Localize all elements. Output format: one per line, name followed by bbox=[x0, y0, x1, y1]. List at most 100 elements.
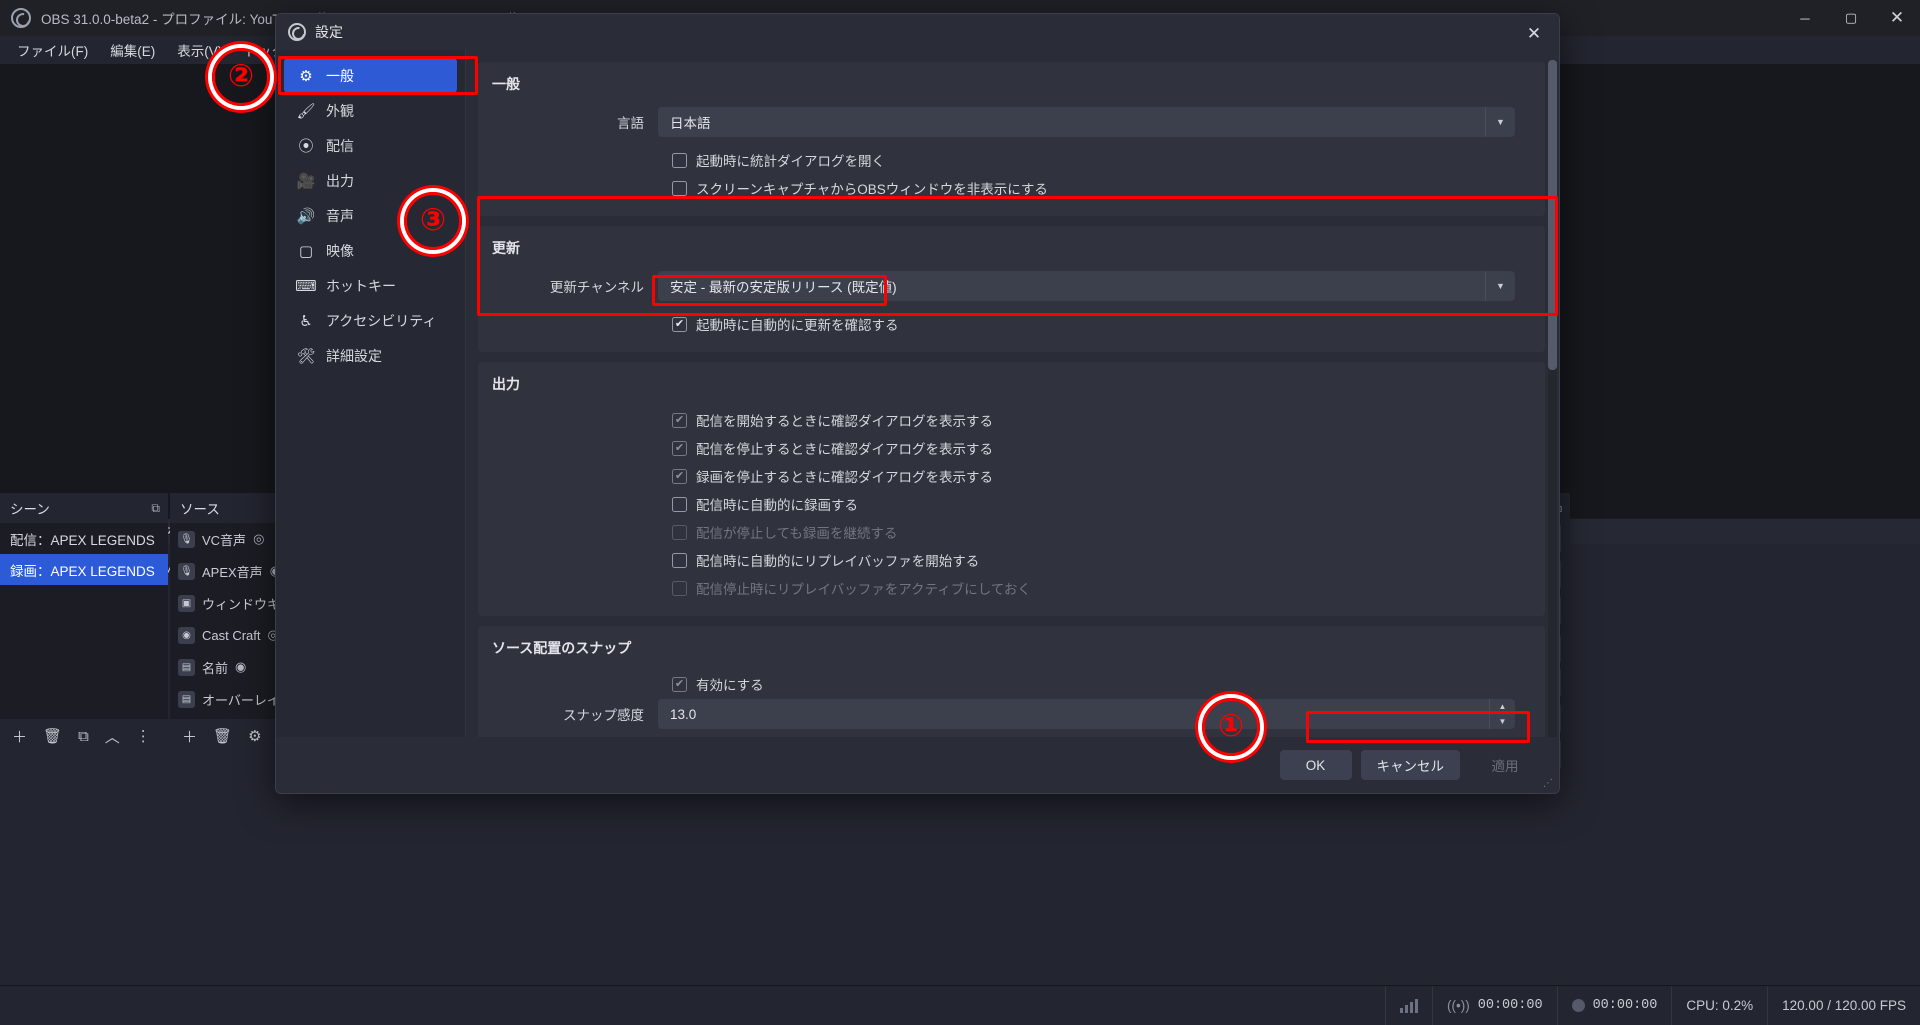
add-source-icon[interactable]: ＋ bbox=[182, 726, 197, 747]
add-scene-icon[interactable]: ＋ bbox=[12, 726, 27, 747]
snap-sensitivity-field-row: スナップ感度 13.0 ▲ ▼ bbox=[478, 698, 1545, 730]
scenes-dock-undock-icon[interactable]: ⧉ bbox=[151, 501, 160, 516]
confirm-stop-stream-checkbox[interactable] bbox=[672, 440, 687, 456]
snap-sensitivity-input[interactable]: 13.0 ▲ ▼ bbox=[658, 699, 1515, 729]
record-time: 00:00:00 bbox=[1592, 998, 1658, 1013]
window-controls: － ▢ ✕ bbox=[1782, 0, 1920, 36]
auto-start-replay-buffer-row[interactable]: 配信時に自動的にリプレイバッファを開始する bbox=[478, 546, 1545, 574]
confirm-stop-stream-row[interactable]: 配信を停止するときに確認ダイアログを表示する bbox=[478, 434, 1545, 462]
snap-sensitivity-stepper[interactable]: ▲ ▼ bbox=[1489, 699, 1515, 729]
open-stats-on-startup-label: 起動時に統計ダイアログを開く bbox=[696, 154, 885, 169]
sidebar-item-label: 音声 bbox=[326, 207, 354, 224]
scene-options-icon[interactable]: ⋮ bbox=[136, 727, 151, 745]
output-video-icon: 🎥 bbox=[296, 172, 316, 190]
language-field-row: 言語 日本語 ▼ bbox=[478, 106, 1545, 138]
sidebar-item-accessibility[interactable]: ♿ アクセシビリティ bbox=[284, 303, 457, 338]
auto-check-updates-row[interactable]: 起動時に自動的に更新を確認する bbox=[478, 310, 1545, 338]
eye-icon[interactable]: ◉ bbox=[235, 659, 246, 675]
sources-dock-label: ソース bbox=[180, 502, 220, 517]
signal-bars-icon bbox=[1400, 998, 1419, 1013]
annotation-marker-1: ① bbox=[1202, 698, 1260, 756]
sidebar-item-advanced[interactable]: 🛠 詳細設定 bbox=[284, 338, 457, 373]
confirm-stop-record-row[interactable]: 録画を停止するときに確認ダイアログを表示する bbox=[478, 462, 1545, 490]
accessibility-icon: ♿ bbox=[299, 312, 313, 330]
confirm-stop-stream-label: 配信を停止するときに確認ダイアログを表示する bbox=[696, 442, 993, 457]
update-channel-field-row: 更新チャンネル 安定 - 最新の安定版リリース (既定値) ▼ bbox=[478, 270, 1545, 302]
scene-item-record[interactable]: 録画：APEX LEGENDS bbox=[0, 554, 168, 585]
settings-close-icon[interactable]: ✕ bbox=[1517, 21, 1551, 47]
settings-dialog: 設定 ✕ ⚙ 一般 🖌 外観 ⦿ 配信 🎥 出力 🔊 音声 ▢ 映像 ⌨ ホット… bbox=[275, 13, 1560, 794]
source-label: Cast Craft bbox=[202, 627, 261, 643]
chevron-down-icon[interactable]: ▼ bbox=[1485, 271, 1515, 301]
update-channel-select[interactable]: 安定 - 最新の安定版リリース (既定値) ▼ bbox=[658, 271, 1515, 301]
open-stats-on-startup-checkbox[interactable] bbox=[672, 152, 687, 168]
sidebar-item-label: 映像 bbox=[326, 242, 354, 259]
resize-grip-icon[interactable]: ⋰ bbox=[1543, 778, 1555, 790]
minimize-button[interactable]: － bbox=[1782, 0, 1828, 36]
move-scene-up-icon[interactable]: ︿ bbox=[105, 726, 120, 747]
menu-edit[interactable]: 編集(E) bbox=[99, 36, 166, 64]
snapping-enabled-checkbox[interactable] bbox=[672, 676, 687, 692]
remove-scene-icon[interactable]: 🗑 bbox=[43, 727, 62, 745]
obs-logo-icon bbox=[288, 23, 306, 41]
annotation-marker-3: ③ bbox=[404, 192, 462, 250]
settings-scrollbar-thumb[interactable] bbox=[1548, 60, 1557, 370]
maximize-button[interactable]: ▢ bbox=[1828, 0, 1874, 36]
auto-check-updates-checkbox[interactable] bbox=[672, 316, 687, 332]
hide-obs-from-capture-checkbox[interactable] bbox=[672, 180, 687, 196]
cancel-button[interactable]: キャンセル bbox=[1360, 750, 1460, 780]
auto-record-when-streaming-checkbox[interactable] bbox=[672, 496, 687, 512]
duplicate-scene-icon[interactable]: ⧉ bbox=[78, 728, 89, 745]
settings-content: 一般 言語 日本語 ▼ 起動時に統計ダイアログを開く スクリーンキャプチャからO… bbox=[466, 50, 1559, 737]
stepper-up-icon[interactable]: ▲ bbox=[1490, 699, 1515, 714]
audio-icon: 🎙 bbox=[178, 562, 195, 580]
image-icon: ▤ bbox=[178, 690, 195, 708]
source-label: VC音声 bbox=[202, 532, 247, 548]
sidebar-item-label: 詳細設定 bbox=[326, 347, 382, 364]
keep-replay-buffer-active-label: 配信停止時にリプレイバッファをアクティブにしておく bbox=[696, 582, 1031, 597]
annotation-marker-2: ② bbox=[212, 48, 270, 106]
stepper-down-icon[interactable]: ▼ bbox=[1490, 714, 1515, 729]
snapping-enabled-label: 有効にする bbox=[696, 678, 764, 693]
hide-obs-from-capture-row[interactable]: スクリーンキャプチャからOBSウィンドウを非表示にする bbox=[478, 174, 1545, 202]
source-properties-icon[interactable]: ⚙ bbox=[248, 727, 261, 745]
open-stats-on-startup-row[interactable]: 起動時に統計ダイアログを開く bbox=[478, 146, 1545, 174]
language-select[interactable]: 日本語 ▼ bbox=[658, 107, 1515, 137]
snap-sensitivity-label: スナップ感度 bbox=[563, 708, 644, 723]
auto-start-replay-buffer-checkbox[interactable] bbox=[672, 552, 687, 568]
annotation-marker-2-label: ② bbox=[227, 57, 255, 93]
close-button[interactable]: ✕ bbox=[1874, 0, 1920, 36]
menu-file[interactable]: ファイル(F) bbox=[6, 36, 99, 64]
keep-recording-when-stream-stops-checkbox bbox=[672, 524, 687, 540]
confirm-start-stream-row[interactable]: 配信を開始するときに確認ダイアログを表示する bbox=[478, 406, 1545, 434]
keep-replay-buffer-active-checkbox bbox=[672, 580, 687, 596]
chevron-down-icon[interactable]: ▼ bbox=[1485, 107, 1515, 137]
sidebar-item-stream[interactable]: ⦿ 配信 bbox=[284, 128, 457, 163]
update-channel-value: 安定 - 最新の安定版リリース (既定値) bbox=[670, 280, 897, 295]
auto-record-when-streaming-row[interactable]: 配信時に自動的に録画する bbox=[478, 490, 1545, 518]
snapping-enabled-row[interactable]: 有効にする bbox=[478, 670, 1545, 698]
source-label: APEX音声 bbox=[202, 564, 263, 580]
scene-item-stream[interactable]: 配信：APEX LEGENDS bbox=[0, 523, 168, 554]
group-output-title: 出力 bbox=[492, 376, 520, 392]
settings-scrollbar[interactable] bbox=[1548, 60, 1557, 737]
annotation-marker-3-label: ③ bbox=[419, 201, 447, 237]
keep-recording-when-stream-stops-row: 配信が停止しても録画を継続する bbox=[478, 518, 1545, 546]
sidebar-item-appearance[interactable]: 🖌 外観 bbox=[284, 93, 457, 128]
sidebar-item-label: 一般 bbox=[326, 67, 354, 84]
confirm-stop-record-checkbox[interactable] bbox=[672, 468, 687, 484]
obs-logo-icon bbox=[11, 8, 31, 28]
annotation-marker-1-label: ① bbox=[1217, 707, 1245, 743]
source-label: オーバーレイ bbox=[202, 692, 280, 708]
confirm-start-stream-checkbox[interactable] bbox=[672, 412, 687, 428]
scenes-list[interactable]: 配信：APEX LEGENDS 録画：APEX LEGENDS bbox=[0, 523, 168, 719]
eye-icon[interactable]: ◎ bbox=[253, 531, 264, 547]
sidebar-item-hotkeys[interactable]: ⌨ ホットキー bbox=[284, 268, 457, 303]
ok-button[interactable]: OK bbox=[1279, 750, 1352, 780]
confirm-start-stream-label: 配信を開始するときに確認ダイアログを表示する bbox=[696, 414, 993, 429]
settings-nav: ⚙ 一般 🖌 外観 ⦿ 配信 🎥 出力 🔊 音声 ▢ 映像 ⌨ ホットキー ♿ … bbox=[276, 50, 466, 737]
fps-cell: 120.00 / 120.00 FPS bbox=[1767, 985, 1920, 1025]
scenes-dock: シーン ⧉ 配信：APEX LEGENDS 録画：APEX LEGENDS ＋ … bbox=[0, 493, 168, 756]
sidebar-item-general[interactable]: ⚙ 一般 bbox=[284, 58, 457, 93]
remove-source-icon[interactable]: 🗑 bbox=[213, 727, 232, 745]
